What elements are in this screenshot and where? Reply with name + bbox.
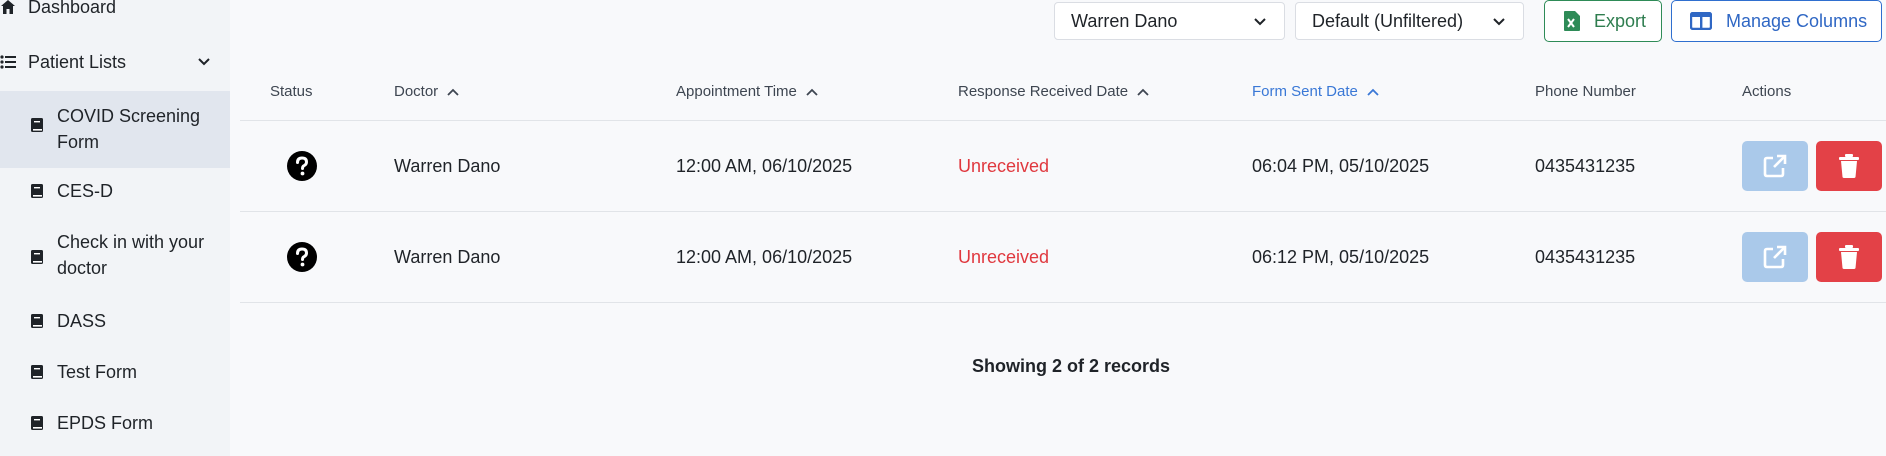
column-header-response-received-date[interactable]: Response Received Date [958, 83, 1149, 100]
external-link-icon [1763, 154, 1787, 178]
manage-columns-button[interactable]: Manage Columns [1671, 0, 1882, 42]
book-icon [31, 365, 43, 379]
cell-form-sent-date: 06:12 PM, 05/10/2025 [1252, 247, 1430, 267]
doctor-select-value: Warren Dano [1071, 10, 1178, 31]
filter-select-value: Default (Unfiltered) [1312, 10, 1464, 31]
cell-phone-number: 0435431235 [1535, 156, 1636, 176]
cell-form-sent-date: 06:04 PM, 05/10/2025 [1252, 156, 1430, 176]
column-header-phone-number: Phone Number [1535, 83, 1636, 100]
sidebar-item-label: DASS [57, 311, 107, 331]
cell-doctor: Warren Dano [394, 156, 501, 176]
chevron-down-icon [198, 58, 210, 66]
sidebar-item-epds-form[interactable]: EPDS Form [0, 410, 230, 436]
delete-button[interactable] [1816, 141, 1882, 191]
export-label: Export [1594, 10, 1647, 31]
book-icon [31, 314, 43, 328]
sidebar-item-ces-d[interactable]: CES-D [0, 178, 230, 204]
cell-appointment-time: 12:00 AM, 06/10/2025 [676, 156, 853, 176]
open-link-button[interactable] [1742, 141, 1808, 191]
sidebar-item-covid-screening-form[interactable]: COVID Screening Form [0, 91, 230, 168]
list-icon [0, 55, 16, 69]
sidebar-item-label: Check in with your doctor [57, 232, 205, 278]
sort-asc-icon [1367, 88, 1379, 96]
sidebar-item-label: CES-D [57, 181, 114, 201]
sidebar-item-label: COVID Screening Form [57, 106, 201, 152]
book-icon [31, 416, 43, 430]
chevron-down-icon [1493, 18, 1505, 26]
nav-patient-lists-label: Patient Lists [28, 52, 127, 72]
sort-asc-icon [447, 88, 459, 96]
sidebar-item-label: Test Form [57, 362, 138, 382]
doctor-select[interactable]: Warren Dano [1054, 2, 1285, 40]
records-count: Showing 2 of 2 records [972, 356, 1171, 376]
filter-select[interactable]: Default (Unfiltered) [1295, 2, 1524, 40]
cell-phone-number: 0435431235 [1535, 247, 1636, 267]
chevron-down-icon [1254, 18, 1266, 26]
column-header-actions: Actions [1742, 83, 1792, 100]
column-header-form-sent-date[interactable]: Form Sent Date [1252, 83, 1379, 100]
sort-asc-icon [806, 88, 818, 96]
column-header-doctor[interactable]: Doctor [394, 83, 459, 100]
delete-button[interactable] [1816, 232, 1882, 282]
book-icon [31, 184, 43, 198]
cell-response-received: Unreceived [958, 247, 1050, 267]
export-button[interactable]: Export [1544, 0, 1662, 42]
question-icon [287, 151, 317, 181]
cell-response-received: Unreceived [958, 156, 1050, 176]
sort-asc-icon [1137, 88, 1149, 96]
table-header: Status Doctor Appointment Time Response … [240, 63, 1886, 121]
nav-dashboard[interactable]: Dashboard [0, 0, 230, 20]
manage-columns-label: Manage Columns [1726, 10, 1868, 31]
home-icon [1, 0, 15, 14]
trash-icon [1839, 154, 1859, 178]
book-icon [31, 118, 43, 132]
nav-dashboard-label: Dashboard [28, 0, 117, 17]
table-row: Warren Dano 12:00 AM, 06/10/2025 Unrecei… [240, 212, 1886, 303]
table-row: Warren Dano 12:00 AM, 06/10/2025 Unrecei… [240, 121, 1886, 212]
cell-doctor: Warren Dano [394, 247, 501, 267]
sidebar-item-dass[interactable]: DASS [0, 308, 230, 334]
nav-patient-lists[interactable]: Patient Lists [0, 49, 230, 75]
question-icon [287, 242, 317, 272]
sidebar-item-test-form[interactable]: Test Form [0, 359, 230, 385]
sidebar-item-check-in[interactable]: Check in with your doctor [0, 229, 230, 285]
column-header-appointment-time[interactable]: Appointment Time [676, 83, 818, 100]
book-icon [31, 250, 43, 264]
cell-appointment-time: 12:00 AM, 06/10/2025 [676, 247, 853, 267]
external-link-icon [1763, 245, 1787, 269]
sidebar: Dashboard Patient Lists COVID Screening … [0, 0, 230, 456]
excel-icon [1564, 11, 1580, 31]
sidebar-item-label: EPDS Form [57, 413, 154, 433]
columns-icon [1690, 12, 1712, 30]
trash-icon [1839, 245, 1859, 269]
column-header-status: Status [270, 83, 313, 100]
open-link-button[interactable] [1742, 232, 1808, 282]
